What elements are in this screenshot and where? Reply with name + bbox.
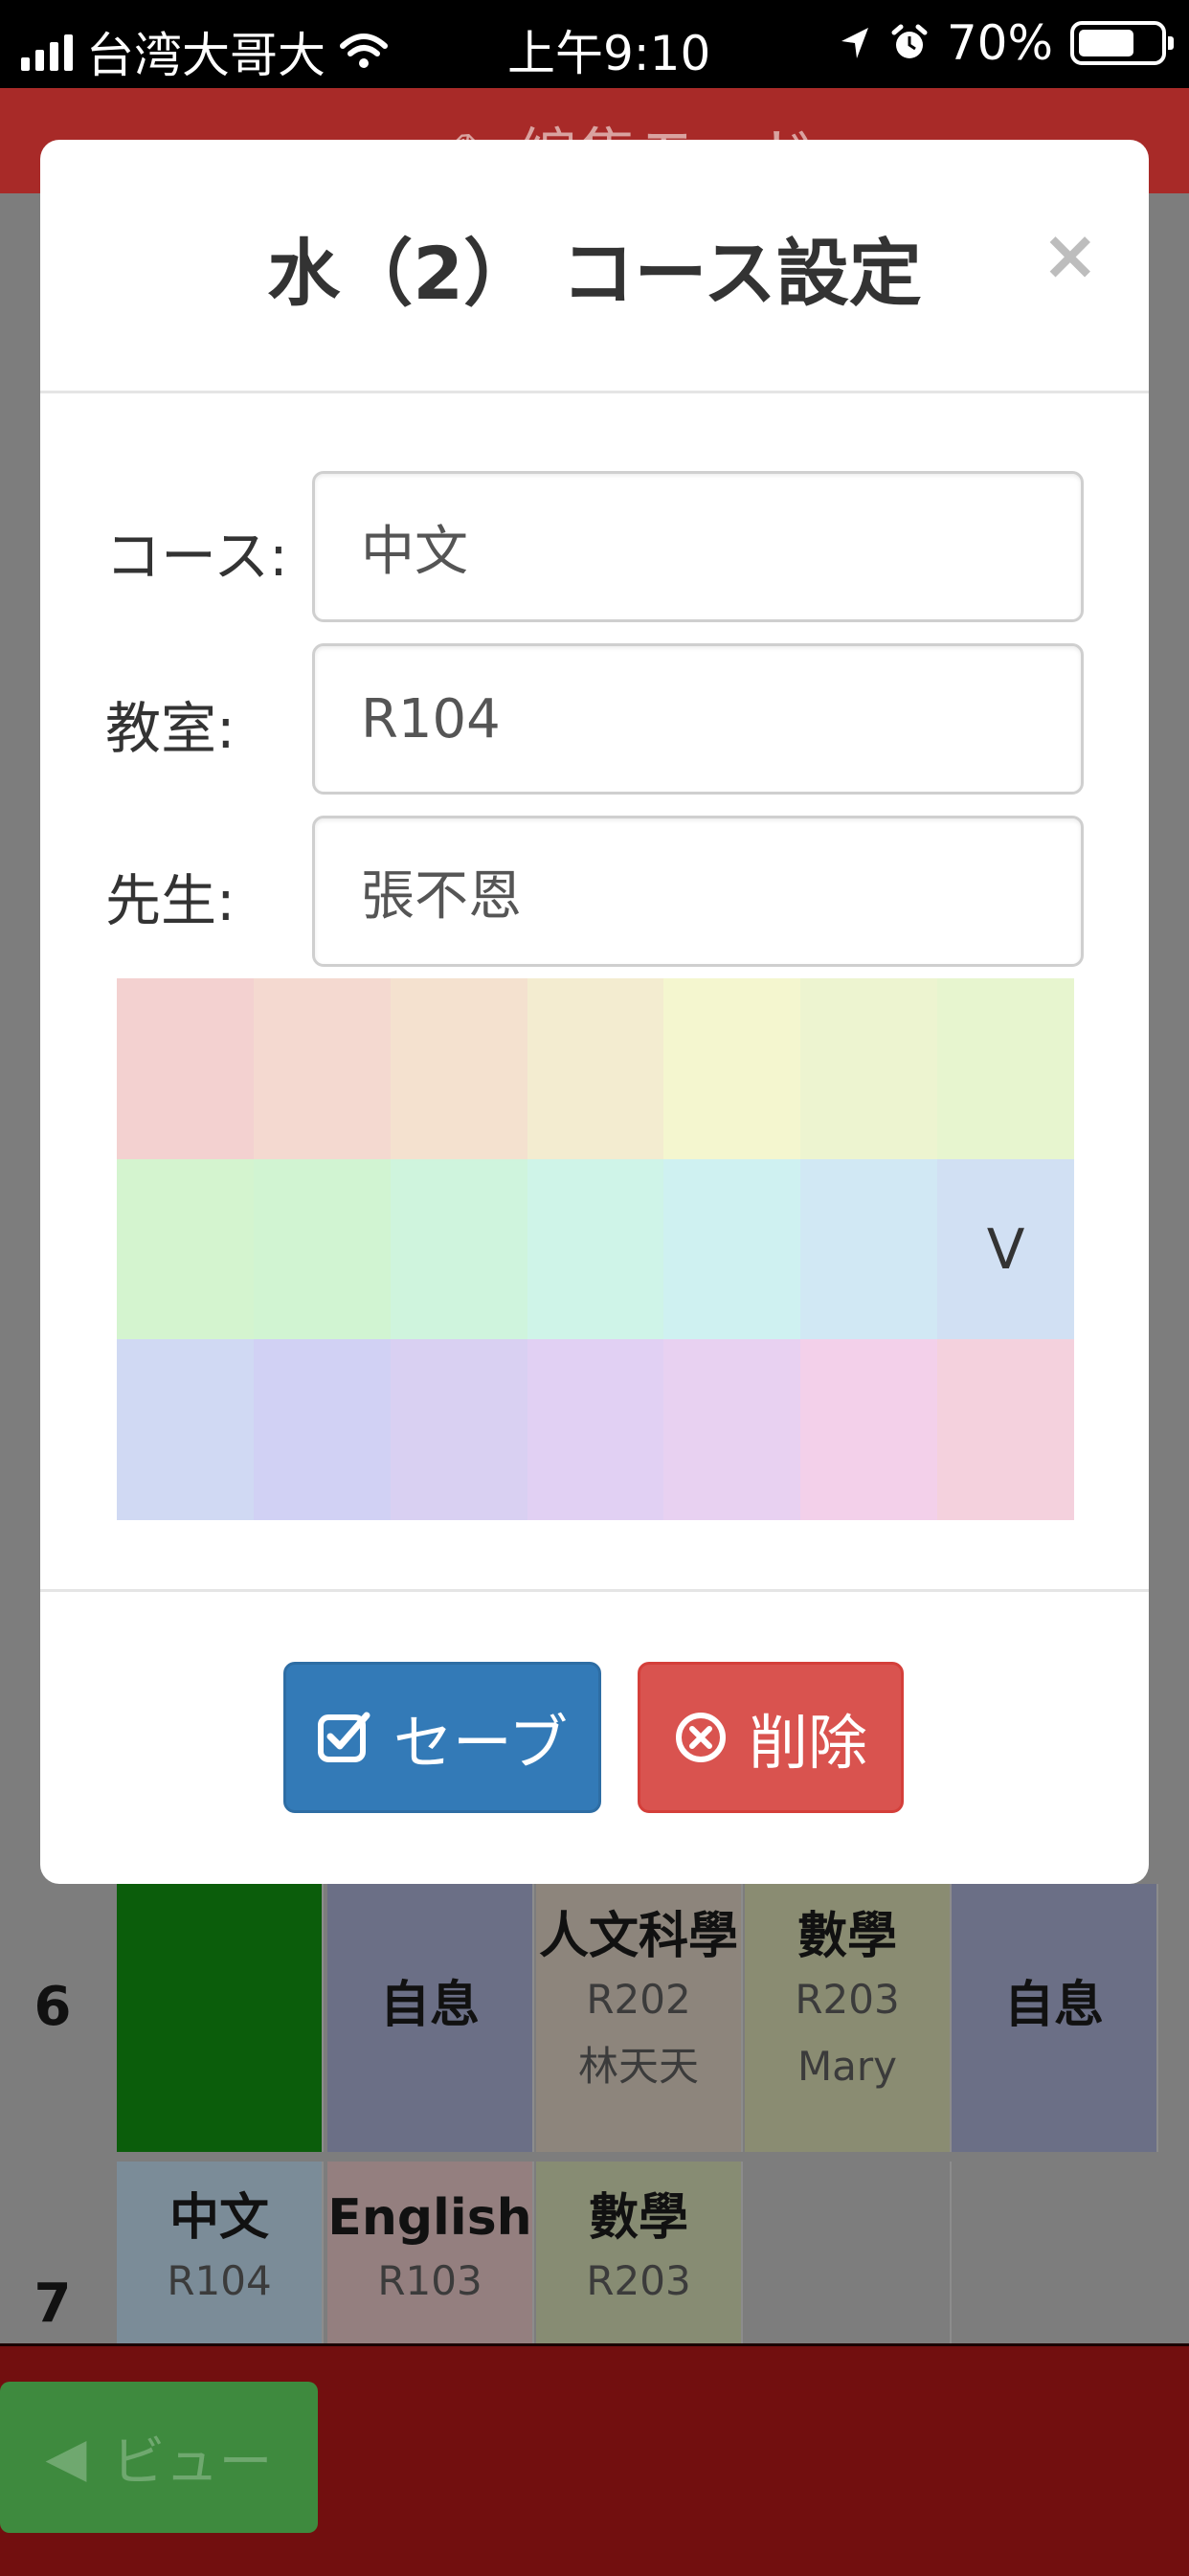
color-swatch[interactable]: [527, 1339, 664, 1520]
color-swatch[interactable]: [390, 1158, 527, 1340]
color-swatch[interactable]: [390, 978, 527, 1159]
period-label: 6: [34, 1976, 72, 2038]
cell-room: R103: [377, 2257, 482, 2304]
delete-label: 削除: [748, 1708, 867, 1778]
schedule-cell[interactable]: English R103: [327, 2162, 534, 2343]
remove-circle-icon: [674, 1711, 728, 1764]
cell-room: R104: [167, 2257, 272, 2304]
schedule-cell[interactable]: [745, 2162, 952, 2343]
cell-course: 人文科學: [538, 1908, 738, 1965]
color-swatch[interactable]: [937, 978, 1074, 1159]
status-right: 70%: [838, 15, 1174, 71]
room-row: 教室:: [40, 643, 1149, 796]
status-time: 上午9:10: [507, 26, 711, 81]
signal-icon: [21, 33, 73, 71]
checkbox-icon: [317, 1710, 372, 1765]
color-swatch[interactable]: [253, 978, 391, 1159]
schedule-cell[interactable]: 中文 R104: [117, 2162, 324, 2343]
chevron-left-icon: ◀: [45, 2426, 87, 2489]
battery-fill: [1079, 30, 1134, 56]
color-palette: V: [117, 978, 1074, 1520]
color-swatch[interactable]: [663, 978, 801, 1159]
cell-room: R203: [586, 2257, 691, 2304]
color-swatch[interactable]: [800, 1158, 938, 1340]
color-swatch[interactable]: [937, 1339, 1074, 1520]
course-row: コース:: [40, 471, 1149, 624]
course-settings-modal: 水（2） コース設定 × コース: 教室: 先生: V セーブ 削除: [40, 140, 1149, 1884]
cell-course: English: [327, 2189, 532, 2247]
teacher-row: 先生:: [40, 816, 1149, 969]
cell-course: 數學: [796, 1908, 897, 1965]
teacher-input[interactable]: [312, 816, 1084, 967]
cell-course: 自息: [1003, 1977, 1104, 2034]
status-bar: 台湾大哥大 上午9:10 70%: [0, 0, 1189, 88]
color-swatch[interactable]: V: [937, 1158, 1074, 1340]
alarm-clock-icon: [891, 24, 928, 58]
cell-course: 數學: [588, 2189, 688, 2247]
schedule-cell[interactable]: 自息: [952, 1884, 1158, 2152]
location-arrow-icon: [841, 28, 868, 58]
save-label: セーブ: [393, 1708, 569, 1778]
cell-teacher: 林天天: [577, 2043, 699, 2090]
color-swatch[interactable]: [390, 1339, 527, 1520]
cell-room: R202: [586, 1976, 691, 2023]
save-button[interactable]: セーブ: [283, 1662, 601, 1813]
color-swatch[interactable]: [117, 1158, 254, 1340]
schedule-cell[interactable]: 人文科學 R202 林天天: [536, 1884, 743, 2152]
footer-divider: [40, 1589, 1149, 1592]
color-swatch[interactable]: [253, 1339, 391, 1520]
color-swatch[interactable]: [663, 1339, 801, 1520]
course-input[interactable]: [312, 471, 1084, 622]
color-swatch[interactable]: [527, 978, 664, 1159]
room-label: 教室:: [105, 696, 236, 761]
schedule-cell[interactable]: 數學 R203 Mary: [745, 1884, 952, 2152]
schedule-cell[interactable]: 數學 R203: [536, 2162, 743, 2343]
color-swatch[interactable]: [117, 978, 254, 1159]
modal-header: 水（2） コース設定 ×: [40, 140, 1149, 393]
color-swatch[interactable]: [800, 1339, 938, 1520]
teacher-label: 先生:: [105, 868, 236, 933]
battery-icon: [1070, 21, 1174, 65]
cell-teacher: Mary: [796, 2043, 898, 2090]
view-button[interactable]: ◀ ビュー: [0, 2382, 318, 2533]
color-swatch[interactable]: [800, 978, 938, 1159]
carrier-label: 台湾大哥大: [86, 28, 325, 83]
course-label: コース:: [105, 524, 288, 589]
cell-course: 自息: [379, 1977, 480, 2034]
cell-course: 中文: [168, 2189, 269, 2247]
schedule-cell[interactable]: [117, 1884, 324, 2152]
color-swatch[interactable]: [253, 1158, 391, 1340]
color-swatch[interactable]: [663, 1158, 801, 1340]
period-label: 7: [34, 2273, 72, 2335]
wifi-icon: [340, 34, 388, 68]
modal-title: 水（2） コース設定: [267, 231, 922, 316]
close-button[interactable]: ×: [1042, 220, 1099, 289]
room-input[interactable]: [312, 643, 1084, 795]
delete-button[interactable]: 削除: [638, 1662, 904, 1813]
battery-percent: 70%: [946, 15, 1053, 71]
status-left: 台湾大哥大: [21, 17, 389, 86]
color-swatch[interactable]: [117, 1339, 254, 1520]
selected-mark: V: [986, 1216, 1025, 1282]
color-swatch[interactable]: [527, 1158, 664, 1340]
schedule-cell[interactable]: 自息: [327, 1884, 534, 2152]
cell-room: R203: [795, 1976, 900, 2023]
